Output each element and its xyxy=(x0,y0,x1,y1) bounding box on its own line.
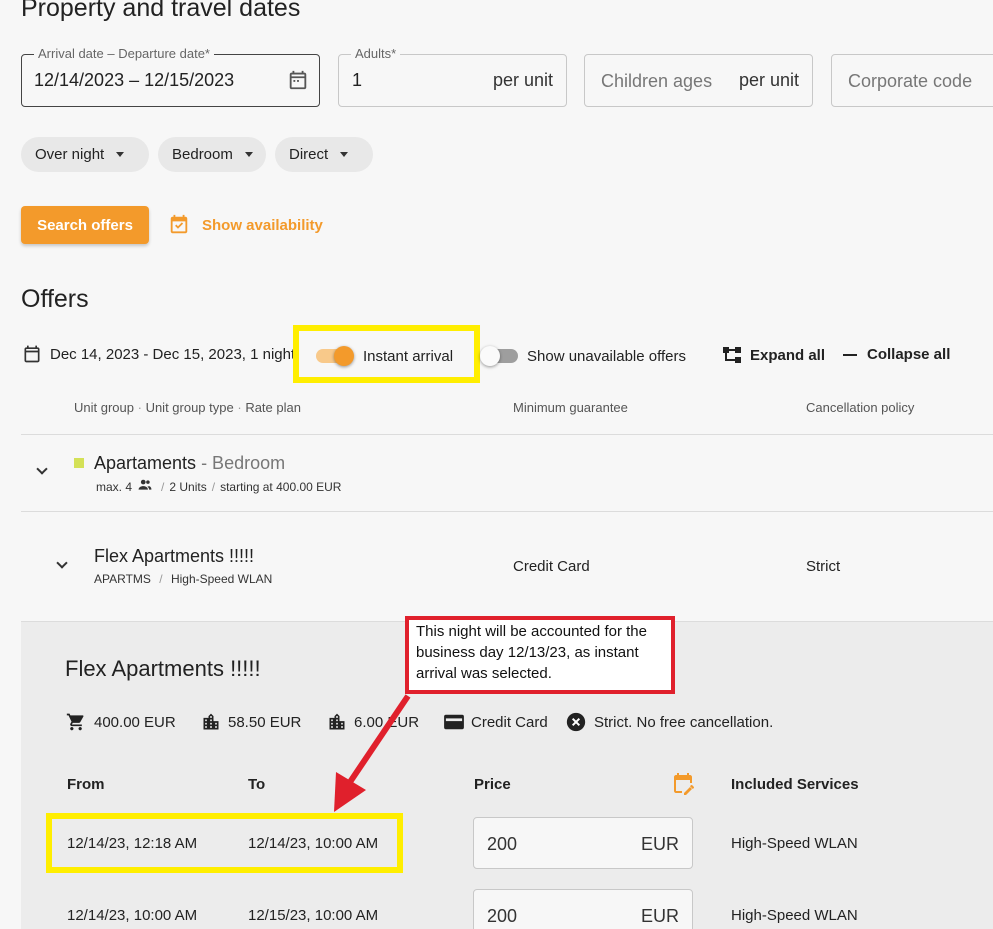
show-unavailable-toggle[interactable] xyxy=(480,345,520,367)
detail-total: 400.00 EUR xyxy=(94,714,176,731)
row-from: 12/14/23, 12:18 AM xyxy=(67,835,198,852)
adults-label: Adults* xyxy=(351,46,401,61)
cancel-circle-icon xyxy=(566,712,586,737)
instant-arrival-label: Instant arrival xyxy=(363,348,454,365)
col-rate-plan: Rate plan xyxy=(245,400,301,415)
search-offers-button[interactable]: Search offers xyxy=(21,206,149,244)
expand-all-button[interactable]: Expand all xyxy=(722,346,825,364)
rate-plan-cancellation: Strict xyxy=(806,558,841,575)
collapse-all-button[interactable]: Collapse all xyxy=(843,346,950,363)
caret-down-icon xyxy=(116,152,125,157)
row-from: 12/14/23, 10:00 AM xyxy=(67,907,198,924)
toggle-knob xyxy=(334,346,354,366)
detail-guarantee: Credit Card xyxy=(471,714,548,731)
divider xyxy=(21,511,993,512)
header-to: To xyxy=(248,776,266,793)
col-cancellation-policy: Cancellation policy xyxy=(806,400,915,415)
adults-value: 1 xyxy=(352,70,363,90)
instant-arrival-toggle[interactable] xyxy=(314,345,354,367)
price-currency: EUR xyxy=(640,906,679,926)
starting-price: starting at 400.00 EUR xyxy=(220,479,342,494)
collapse-all-label: Collapse all xyxy=(867,346,951,363)
expand-all-label: Expand all xyxy=(750,346,826,364)
rate-plan-service: High-Speed WLAN xyxy=(170,572,273,586)
date-range-label: Arrival date – Departure date* xyxy=(34,46,214,61)
detail-cancellation: Strict. No free cancellation. xyxy=(594,714,774,731)
show-unavailable-label: Show unavailable offers xyxy=(527,348,686,365)
rate-plan-code: APARTMS xyxy=(94,572,151,586)
chip-bedroom[interactable]: Bedroom xyxy=(158,137,266,172)
col-unit-group-type: Unit group type xyxy=(145,400,234,415)
calendar-icon xyxy=(22,344,42,369)
show-availability-link[interactable]: Show availability xyxy=(168,213,323,237)
credit-card-icon xyxy=(443,713,465,736)
price-input[interactable]: 200 EUR xyxy=(473,817,693,869)
children-ages-placeholder: Children ages xyxy=(601,71,713,91)
chip-direct[interactable]: Direct xyxy=(275,137,373,172)
unit-group-type: - Bedroom xyxy=(196,453,286,473)
rate-plan-name: Flex Apartments !!!!! xyxy=(94,546,255,566)
row-to: 12/15/23, 10:00 AM xyxy=(248,907,379,924)
detail-title: Flex Apartments !!!!! xyxy=(65,656,261,681)
header-included-services: Included Services xyxy=(731,776,859,793)
tree-expand-icon xyxy=(722,346,744,364)
toggle-knob xyxy=(480,346,500,366)
offers-date-range: Dec 14, 2023 - Dec 15, 2023, 1 night xyxy=(50,346,296,363)
rate-plan-meta: APARTMS / High-Speed WLAN xyxy=(94,572,273,586)
children-ages-field[interactable]: Children ages per unit xyxy=(584,54,813,107)
price-value: 200 xyxy=(487,834,518,854)
chevron-down-icon[interactable] xyxy=(36,463,48,475)
caret-down-icon xyxy=(340,152,349,157)
date-range-value: 12/14/2023 – 12/15/2023 xyxy=(34,70,235,90)
page-title: Property and travel dates xyxy=(21,0,301,22)
calendar-icon[interactable] xyxy=(287,69,309,96)
chip-label: Direct xyxy=(289,146,329,163)
price-input[interactable]: 200 EUR xyxy=(473,889,693,929)
children-ages-suffix: per unit xyxy=(738,70,799,90)
people-icon xyxy=(138,479,152,494)
divider xyxy=(21,434,993,435)
cart-icon xyxy=(66,712,86,737)
calendar-edit-icon[interactable] xyxy=(671,772,695,801)
rate-plan-guarantee: Credit Card xyxy=(513,558,590,575)
city-icon xyxy=(201,712,221,737)
header-from: From xyxy=(67,776,105,793)
show-availability-label: Show availability xyxy=(202,216,323,234)
unit-group-title: Apartaments - Bedroom xyxy=(94,453,285,474)
chip-label: Bedroom xyxy=(172,146,233,163)
header-price: Price xyxy=(474,776,511,793)
row-to: 12/14/23, 10:00 AM xyxy=(248,835,379,852)
unit-group-color xyxy=(74,458,84,468)
detail-tax-1: 58.50 EUR xyxy=(228,714,302,731)
caret-down-icon xyxy=(244,152,253,157)
max-occupancy: max. 4 xyxy=(96,479,133,494)
adults-field[interactable]: Adults* 1 per unit xyxy=(338,46,567,107)
chevron-down-icon[interactable] xyxy=(56,557,68,569)
adults-suffix: per unit xyxy=(492,70,553,90)
col-minimum-guarantee: Minimum guarantee xyxy=(513,400,628,415)
detail-summary: 400.00 EUR 58.50 EUR 6.00 EUR Credit Car… xyxy=(66,712,826,734)
minus-icon xyxy=(843,353,857,356)
unit-group-name: Apartaments xyxy=(94,453,197,473)
price-currency: EUR xyxy=(640,834,679,854)
row-service: High-Speed WLAN xyxy=(731,907,858,924)
offers-heading: Offers xyxy=(21,285,89,313)
corporate-code-placeholder: Corporate code xyxy=(848,71,973,91)
column-headers: Unit group · Unit group type · Rate plan xyxy=(74,400,301,415)
annotation-callout: This night will be accounted for the bus… xyxy=(405,616,675,694)
arrow-icon xyxy=(334,694,411,812)
unit-group-meta: max. 4 / 2 Units / starting at 400.00 EU… xyxy=(96,479,342,494)
unit-count: 2 Units xyxy=(169,479,207,494)
row-service: High-Speed WLAN xyxy=(731,835,858,852)
date-range-field[interactable]: Arrival date – Departure date* 12/14/202… xyxy=(21,46,320,107)
col-unit-group: Unit group xyxy=(74,400,134,415)
chip-label: Over night xyxy=(35,146,105,163)
corporate-code-field[interactable]: Corporate code xyxy=(831,54,993,107)
price-value: 200 xyxy=(487,906,518,926)
chip-over-night[interactable]: Over night xyxy=(21,137,149,172)
calendar-check-icon xyxy=(168,213,190,237)
